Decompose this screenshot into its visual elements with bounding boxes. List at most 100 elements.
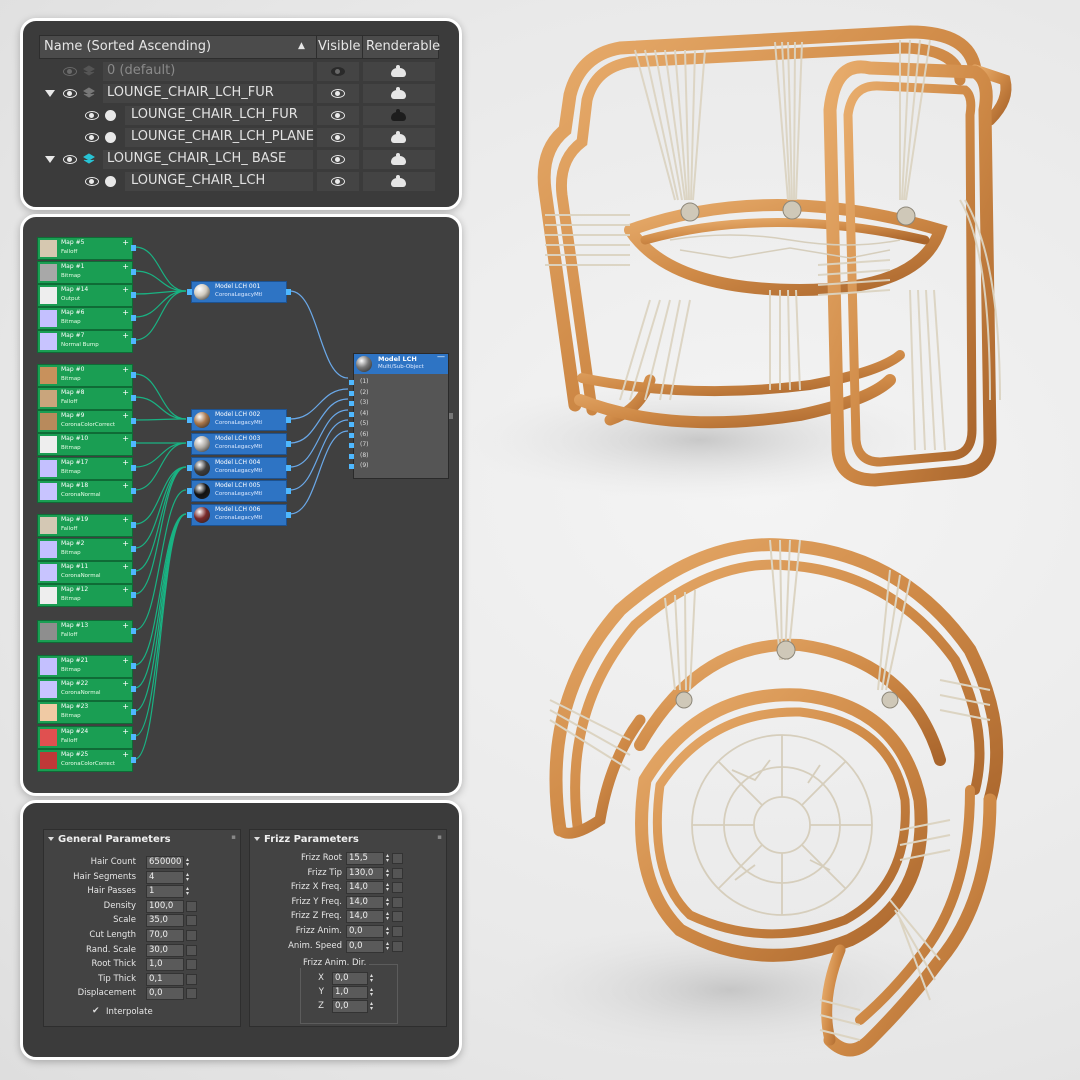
output-socket[interactable] xyxy=(131,338,136,344)
add-icon[interactable]: + xyxy=(122,458,129,467)
map-slot-button[interactable] xyxy=(186,915,197,927)
output-socket[interactable] xyxy=(131,686,136,692)
parameter-value-field[interactable]: 1,0 xyxy=(332,986,368,1000)
visible-column-header[interactable]: Visible xyxy=(318,39,360,54)
add-icon[interactable]: + xyxy=(122,750,129,759)
map-node[interactable]: Map #19 Falloff + xyxy=(37,514,136,537)
input-socket[interactable] xyxy=(187,441,192,447)
map-node[interactable]: Map #17 Bitmap + xyxy=(37,457,136,480)
explorer-row[interactable]: LOUNGE_CHAIR_LCH_PLANE xyxy=(39,127,437,148)
add-icon[interactable]: + xyxy=(122,285,129,294)
renderable-teapot-icon[interactable] xyxy=(391,109,406,121)
add-icon[interactable]: + xyxy=(122,702,129,711)
name-column-header[interactable]: Name (Sorted Ascending) xyxy=(44,39,211,54)
rollout-title[interactable]: General Parameters xyxy=(58,834,171,845)
material-node[interactable]: Model LCH 002 CoronaLegacyMtl xyxy=(187,409,291,431)
rollout-title[interactable]: Frizz Parameters xyxy=(264,834,359,845)
input-socket[interactable] xyxy=(187,465,192,471)
map-node[interactable]: Map #12 Bitmap + xyxy=(37,584,136,607)
visible-toggle-icon[interactable] xyxy=(331,177,345,186)
eye-toggle-icon[interactable] xyxy=(63,67,77,76)
output-socket[interactable] xyxy=(131,441,136,447)
map-slot-button[interactable] xyxy=(186,988,197,1000)
add-icon[interactable]: + xyxy=(122,481,129,490)
input-socket[interactable] xyxy=(187,289,192,295)
input-socket[interactable] xyxy=(187,417,192,423)
slot-input-socket[interactable] xyxy=(349,411,354,417)
output-socket[interactable] xyxy=(131,569,136,575)
visible-toggle-icon[interactable] xyxy=(331,111,345,120)
map-node[interactable]: Map #21 Bitmap + xyxy=(37,655,136,678)
map-node[interactable]: Map #14 Output + xyxy=(37,284,136,307)
map-node[interactable]: Map #22 CoronaNormal + xyxy=(37,678,136,701)
explorer-row[interactable]: LOUNGE_CHAIR_LCH xyxy=(39,171,437,192)
output-socket[interactable] xyxy=(131,663,136,669)
parameter-value-field[interactable]: 1 xyxy=(146,885,184,899)
output-socket[interactable] xyxy=(286,512,291,518)
parameter-value-field[interactable]: 0,0 xyxy=(346,939,384,953)
spinner-arrows-icon[interactable]: ▴▾ xyxy=(386,940,390,951)
parameter-value-field[interactable]: 1,0 xyxy=(146,958,184,972)
map-slot-button[interactable] xyxy=(392,882,403,894)
input-socket[interactable] xyxy=(187,512,192,518)
spinner-arrows-icon[interactable]: ▴▾ xyxy=(370,973,374,984)
parameter-value-field[interactable]: 100,0 xyxy=(146,899,184,913)
output-socket[interactable] xyxy=(131,709,136,715)
output-socket[interactable] xyxy=(286,289,291,295)
map-slot-button[interactable] xyxy=(392,940,403,952)
map-slot-button[interactable] xyxy=(186,930,197,941)
slot-input-socket[interactable] xyxy=(349,432,354,438)
renderable-teapot-icon[interactable] xyxy=(391,175,406,187)
spinner-arrows-icon[interactable]: ▴▾ xyxy=(386,853,390,864)
slot-input-socket[interactable] xyxy=(349,422,354,427)
add-icon[interactable]: + xyxy=(122,365,129,374)
parameter-value-field[interactable]: 14,0 xyxy=(346,910,384,924)
spinner-arrows-icon[interactable]: ▴▾ xyxy=(186,857,190,868)
slot-input-socket[interactable] xyxy=(349,464,354,469)
map-slot-button[interactable] xyxy=(392,911,403,923)
add-icon[interactable]: + xyxy=(122,656,129,665)
spinner-arrows-icon[interactable]: ▴▾ xyxy=(386,926,390,937)
eye-toggle-icon[interactable] xyxy=(85,111,99,120)
output-socket[interactable] xyxy=(131,292,136,298)
renderable-teapot-icon[interactable] xyxy=(391,87,406,99)
parameter-value-field[interactable]: 0,0 xyxy=(346,925,384,938)
expand-arrow-icon[interactable] xyxy=(45,156,55,163)
add-icon[interactable]: + xyxy=(122,515,129,524)
map-node[interactable]: Map #23 Bitmap + xyxy=(37,701,136,724)
add-icon[interactable]: + xyxy=(122,331,129,340)
parameter-value-field[interactable]: 14,0 xyxy=(346,895,384,909)
add-icon[interactable]: + xyxy=(122,727,129,736)
renderable-column-header[interactable]: Renderable xyxy=(366,39,440,54)
add-icon[interactable]: + xyxy=(122,308,129,317)
slot-input-socket[interactable] xyxy=(349,453,354,459)
material-node[interactable]: Model LCH 006 CoronaLegacyMtl xyxy=(187,504,291,526)
slot-input-socket[interactable] xyxy=(349,401,354,406)
renderable-teapot-icon[interactable] xyxy=(391,131,406,143)
map-node[interactable]: Map #10 Bitmap + xyxy=(37,433,136,456)
add-icon[interactable]: + xyxy=(122,679,129,688)
map-node[interactable]: Map #2 Bitmap + xyxy=(37,538,136,561)
output-socket[interactable] xyxy=(286,417,291,423)
collapse-button[interactable]: — xyxy=(437,352,445,361)
eye-toggle-icon[interactable] xyxy=(85,177,99,186)
spinner-arrows-icon[interactable]: ▴▾ xyxy=(386,911,390,922)
spinner-arrows-icon[interactable]: ▴▾ xyxy=(386,896,390,907)
add-icon[interactable]: + xyxy=(122,585,129,594)
renderable-teapot-icon[interactable] xyxy=(391,65,406,77)
spinner-arrows-icon[interactable]: ▴▾ xyxy=(186,886,190,897)
output-socket[interactable] xyxy=(131,546,136,552)
input-socket[interactable] xyxy=(187,488,192,494)
visible-toggle-icon[interactable] xyxy=(331,89,345,98)
parameter-value-field[interactable]: 0,1 xyxy=(146,972,184,986)
add-icon[interactable]: + xyxy=(122,262,129,271)
output-socket[interactable] xyxy=(131,269,136,275)
map-node[interactable]: Map #7 Normal Bump + xyxy=(37,330,136,353)
map-node[interactable]: Map #0 Bitmap + xyxy=(37,364,136,387)
add-icon[interactable]: + xyxy=(122,539,129,548)
add-icon[interactable]: + xyxy=(122,562,129,571)
output-socket[interactable] xyxy=(131,315,136,321)
add-icon[interactable]: + xyxy=(122,621,129,630)
parameter-value-field[interactable]: 30,0 xyxy=(146,943,184,957)
add-icon[interactable]: + xyxy=(122,434,129,443)
